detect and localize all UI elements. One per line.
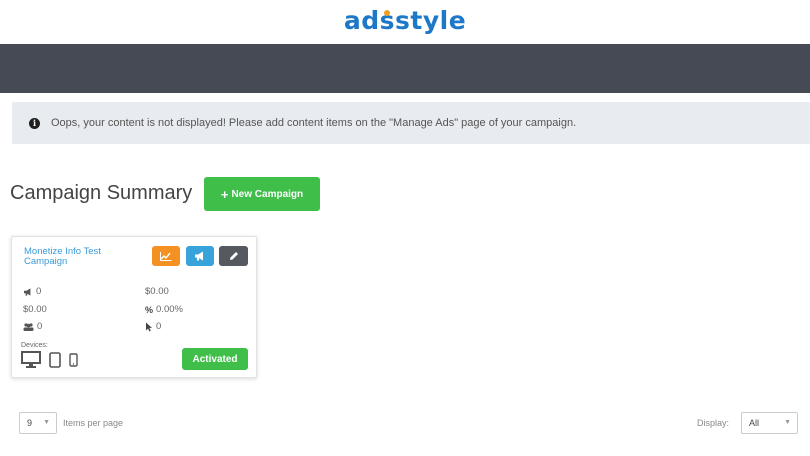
visitors-metric: 0 — [23, 321, 42, 332]
devices-label: Devices: — [21, 342, 48, 349]
new-campaign-label: New Campaign — [231, 188, 304, 200]
pencil-icon — [229, 252, 238, 260]
megaphone-icon — [195, 251, 203, 261]
impressions-metric: 0 — [23, 286, 41, 297]
page-title: Campaign Summary — [10, 182, 193, 204]
display-filter-value: All — [749, 418, 760, 428]
adstyle-logo[interactable]: ads style — [0, 6, 810, 35]
campaign-stats-button[interactable] — [152, 246, 180, 266]
display-label: Display: — [697, 418, 730, 428]
users-icon — [23, 322, 34, 331]
desktop-icon — [21, 351, 41, 368]
plus-icon: + — [220, 186, 229, 202]
phone-icon — [69, 353, 78, 367]
cursor-icon — [146, 322, 152, 331]
campaign-name-link[interactable]: Monetize Info Test Campaign — [24, 247, 142, 267]
items-per-page-value: 9 — [27, 418, 33, 428]
campaign-card: Monetize Info Test Campaign 0 $0.00 $0.0… — [11, 236, 257, 378]
logo-text-end: style — [395, 6, 467, 35]
chevron-down-icon: ▼ — [43, 419, 50, 426]
spend-metric: $0.00 — [23, 304, 47, 315]
items-per-page-select[interactable]: 9 ▼ — [19, 412, 57, 434]
ctr-metric: % 0.00% — [145, 304, 183, 315]
edit-campaign-button[interactable] — [219, 246, 248, 266]
revenue-metric: $0.00 — [145, 286, 169, 297]
megaphone-icon — [24, 287, 31, 296]
logo-text-start: ad — [343, 6, 380, 35]
new-campaign-button[interactable]: + New Campaign — [204, 177, 320, 211]
manage-ads-button[interactable] — [186, 246, 214, 266]
alert-message: Oops, your content is not displayed! Ple… — [51, 117, 577, 129]
chevron-down-icon: ▼ — [784, 419, 791, 426]
clicks-metric: 0 — [145, 321, 161, 332]
line-chart-icon — [160, 252, 172, 261]
percent-icon: % — [145, 304, 154, 315]
display-filter-select[interactable]: All ▼ — [741, 412, 798, 434]
info-alert: i Oops, your content is not displayed! P… — [12, 102, 810, 144]
info-icon: i — [29, 117, 40, 129]
tablet-icon — [49, 352, 61, 368]
logo-dotted-letter: s — [379, 6, 395, 35]
top-navbar — [0, 44, 810, 93]
status-badge: Activated — [182, 348, 248, 370]
items-per-page-label: Items per page — [63, 418, 124, 428]
